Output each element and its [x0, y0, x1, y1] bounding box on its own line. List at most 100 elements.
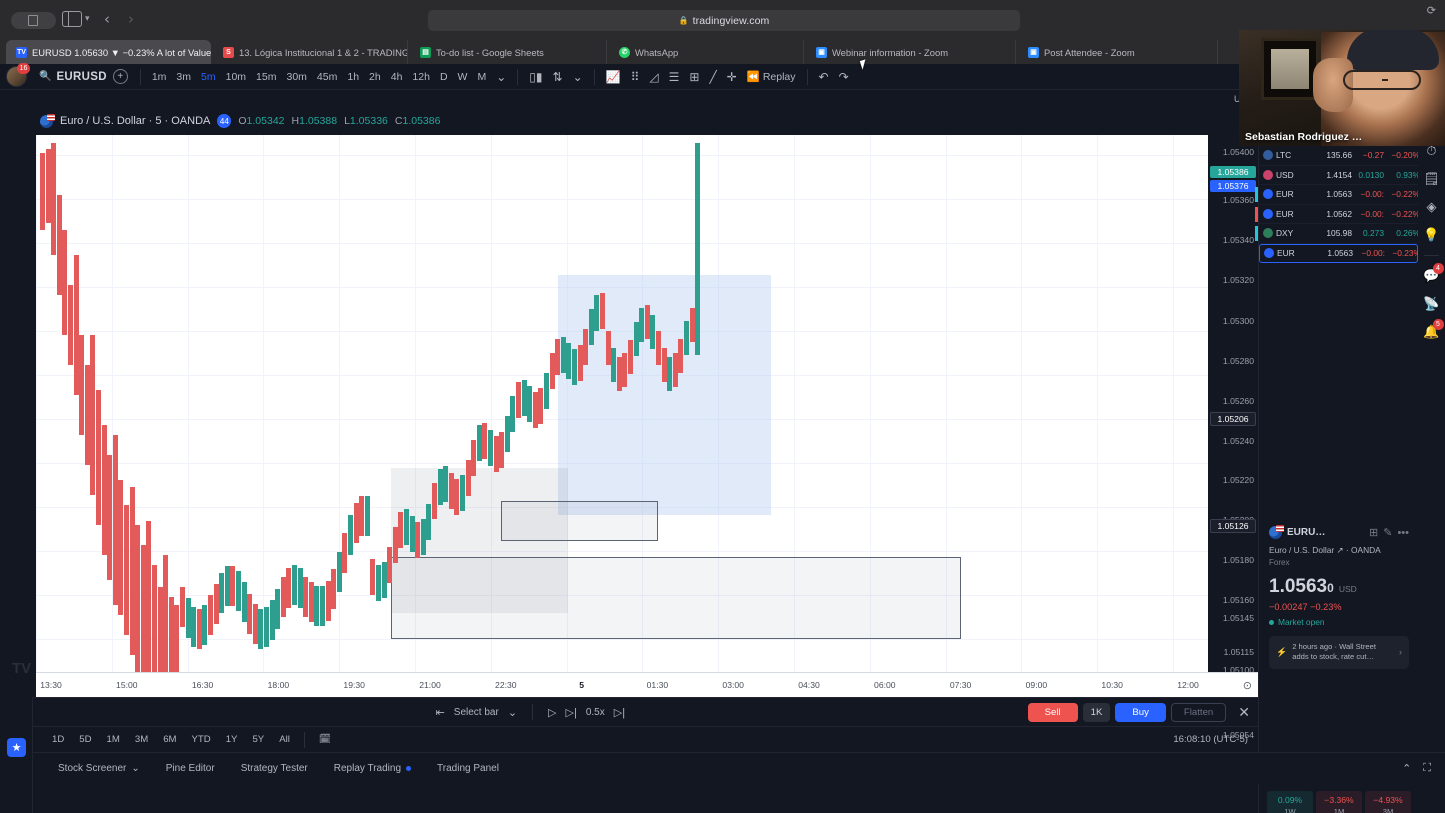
- jump-to-bar-icon[interactable]: ⇤: [436, 706, 445, 719]
- templates-icon[interactable]: ⠿: [626, 70, 645, 84]
- browser-tab-sheets[interactable]: ▤ To-do list - Google Sheets: [410, 40, 607, 64]
- news-card[interactable]: ⚡ 2 hours ago · Wall Street adds to stoc…: [1269, 636, 1409, 669]
- chevron-down-icon[interactable]: ⌄: [491, 70, 511, 84]
- layout-icon[interactable]: ☰: [664, 70, 685, 84]
- range-5y[interactable]: 5Y: [245, 731, 271, 748]
- replay-button[interactable]: ⏪ Replay: [742, 70, 801, 84]
- timeframe-m[interactable]: M: [472, 71, 491, 83]
- range-1d[interactable]: 1D: [45, 731, 71, 748]
- timeframe-w[interactable]: W: [453, 71, 473, 83]
- tab-trading-panel[interactable]: Trading Panel: [424, 763, 512, 774]
- watchlist-row[interactable]: EUR 1.0563 −0.00: −0.23%: [1259, 243, 1421, 263]
- play-icon[interactable]: ▷: [548, 706, 556, 719]
- time-scale[interactable]: ⊙ 13:30 15:00 16:30 18:00 19:30 21:00 22:30 5 01…: [36, 672, 1258, 698]
- grid-layout-icon[interactable]: ⊞: [684, 70, 704, 84]
- quantity-button[interactable]: 1K: [1082, 702, 1111, 722]
- watchlist-row[interactable]: LTC 135.66 −0.27 −0.20%: [1259, 146, 1420, 166]
- chevron-down-icon[interactable]: ⌄: [131, 763, 139, 774]
- edit-icon[interactable]: ✎: [1383, 526, 1392, 539]
- chevron-right-icon[interactable]: ›: [1399, 647, 1402, 657]
- webcam-overlay[interactable]: Sebastian Rodriguez …: [1239, 30, 1445, 146]
- fullscreen-icon[interactable]: ⛶: [1423, 762, 1431, 775]
- url-bar[interactable]: 🔒 tradingview.com: [428, 10, 1020, 31]
- session-highlight-blue-2[interactable]: [733, 275, 771, 515]
- range-1m[interactable]: 1M: [100, 731, 127, 748]
- crosshair-icon[interactable]: ✛: [722, 70, 742, 84]
- buy-button[interactable]: Buy: [1115, 702, 1166, 722]
- range-6m[interactable]: 6M: [156, 731, 183, 748]
- user-avatar[interactable]: 16: [6, 63, 30, 87]
- range-5d[interactable]: 5D: [72, 731, 98, 748]
- reload-icon[interactable]: ⟳: [1427, 4, 1436, 17]
- chevron-up-icon[interactable]: ⌃: [1402, 762, 1411, 775]
- flatten-button[interactable]: Flatten: [1170, 702, 1227, 722]
- browser-tab-eurusd[interactable]: TV EURUSD 1.05630 ▼ −0.23% A lot of Valu…: [6, 40, 211, 64]
- notes-icon[interactable]: 🗒: [1421, 168, 1443, 190]
- browser-tab-whatsapp[interactable]: ✆ WhatsApp: [609, 40, 804, 64]
- timeframe-2h[interactable]: 2h: [364, 71, 386, 83]
- range-ytd[interactable]: YTD: [185, 731, 218, 748]
- undo-icon[interactable]: ↶: [814, 70, 834, 84]
- more-icon[interactable]: •••: [1397, 527, 1409, 539]
- bell-icon[interactable]: 🔔 5: [1421, 319, 1444, 343]
- sidebar-toggle-icon[interactable]: [62, 11, 82, 27]
- price-plot[interactable]: [36, 135, 1208, 727]
- chevron-down-icon[interactable]: ▾: [85, 13, 90, 24]
- timeframe-5m[interactable]: 5m: [196, 71, 221, 83]
- favorites-button[interactable]: ★: [7, 738, 26, 757]
- indicators-chart-icon[interactable]: 📈: [601, 70, 626, 84]
- supply-zone-small[interactable]: [501, 501, 658, 541]
- select-bar-label[interactable]: Select bar: [454, 707, 499, 718]
- demand-zone-large[interactable]: [391, 557, 961, 639]
- timeframe-10m[interactable]: 10m: [221, 71, 251, 83]
- measure-icon[interactable]: ╱: [704, 70, 721, 84]
- range-1y[interactable]: 1Y: [219, 731, 245, 748]
- range-all[interactable]: All: [272, 731, 297, 748]
- chart-clock[interactable]: 16:08:10 (UTC-5): [1173, 734, 1248, 745]
- timeframe-d[interactable]: D: [435, 71, 453, 83]
- tab-replay-trading[interactable]: Replay Trading: [321, 763, 424, 774]
- range-3m[interactable]: 3M: [128, 731, 155, 748]
- external-link-icon[interactable]: ↗: [1337, 545, 1344, 555]
- sell-button[interactable]: Sell: [1027, 702, 1078, 722]
- legend-symbol-label[interactable]: Euro / U.S. Dollar · 5 · OANDA: [60, 115, 210, 127]
- watchlist-row[interactable]: DXY 105.98 0.273 0.26%: [1255, 224, 1420, 244]
- timeframe-1h[interactable]: 1h: [342, 71, 364, 83]
- chat-icon[interactable]: 💬 4: [1421, 263, 1444, 287]
- watchlist-row[interactable]: USD 1.4154 0.0130 0.93%: [1259, 166, 1420, 185]
- tab-stock-screener[interactable]: Stock Screener ⌄: [45, 763, 153, 774]
- timeframe-3m[interactable]: 3m: [171, 71, 196, 83]
- forward-arrow-icon[interactable]: ›: [128, 12, 134, 27]
- timeframe-12h[interactable]: 12h: [407, 71, 435, 83]
- close-icon[interactable]: ✕: [1238, 704, 1250, 721]
- step-forward-icon[interactable]: ▷|: [566, 706, 577, 719]
- timeframe-15m[interactable]: 15m: [251, 71, 281, 83]
- ideas-icon[interactable]: 💡: [1421, 224, 1443, 246]
- tab-overview-button[interactable]: [11, 12, 56, 29]
- redo-icon[interactable]: ↷: [834, 70, 854, 84]
- broadcast-icon[interactable]: 📡: [1421, 293, 1443, 315]
- timeframe-30m[interactable]: 30m: [281, 71, 311, 83]
- symbol-search[interactable]: 🔍 EURUSD: [39, 71, 107, 83]
- candles-icon[interactable]: ▯▮: [524, 70, 547, 84]
- calendar-icon[interactable]: 🗓: [312, 731, 338, 748]
- patterns-icon[interactable]: ◿: [644, 70, 663, 84]
- plus-icon[interactable]: +: [112, 69, 128, 84]
- replay-speed[interactable]: 0.5x: [586, 707, 605, 718]
- browser-tab-slides[interactable]: S 13. Lógica Institucional 1 & 2 - TRADI…: [213, 40, 408, 64]
- price-scale[interactable]: USD 1.054001.053601.053401.053201.053001…: [1208, 90, 1258, 780]
- indicators-icon[interactable]: ⇅: [548, 70, 568, 84]
- browser-tab-webinar[interactable]: ▣ Webinar information - Zoom: [806, 40, 1016, 64]
- back-arrow-icon[interactable]: ‹: [104, 12, 110, 27]
- tab-pine-editor[interactable]: Pine Editor: [153, 763, 228, 774]
- settings-icon[interactable]: ⊙: [1243, 679, 1252, 692]
- watchlist-row[interactable]: EUR 1.0563 −0.00: −0.22%: [1255, 185, 1420, 205]
- timeframe-1m[interactable]: 1m: [147, 71, 172, 83]
- watchlist-row[interactable]: EUR 1.0562 −0.00: −0.22%: [1255, 205, 1420, 224]
- timeframe-45m[interactable]: 45m: [312, 71, 342, 83]
- chevron-down-icon[interactable]: ⌄: [568, 70, 588, 84]
- layers-icon[interactable]: ◈: [1421, 196, 1443, 218]
- browser-tab-post-attendee[interactable]: ▣ Post Attendee - Zoom: [1018, 40, 1218, 64]
- timeframe-4h[interactable]: 4h: [386, 71, 408, 83]
- grid-icon[interactable]: ⊞: [1369, 526, 1378, 539]
